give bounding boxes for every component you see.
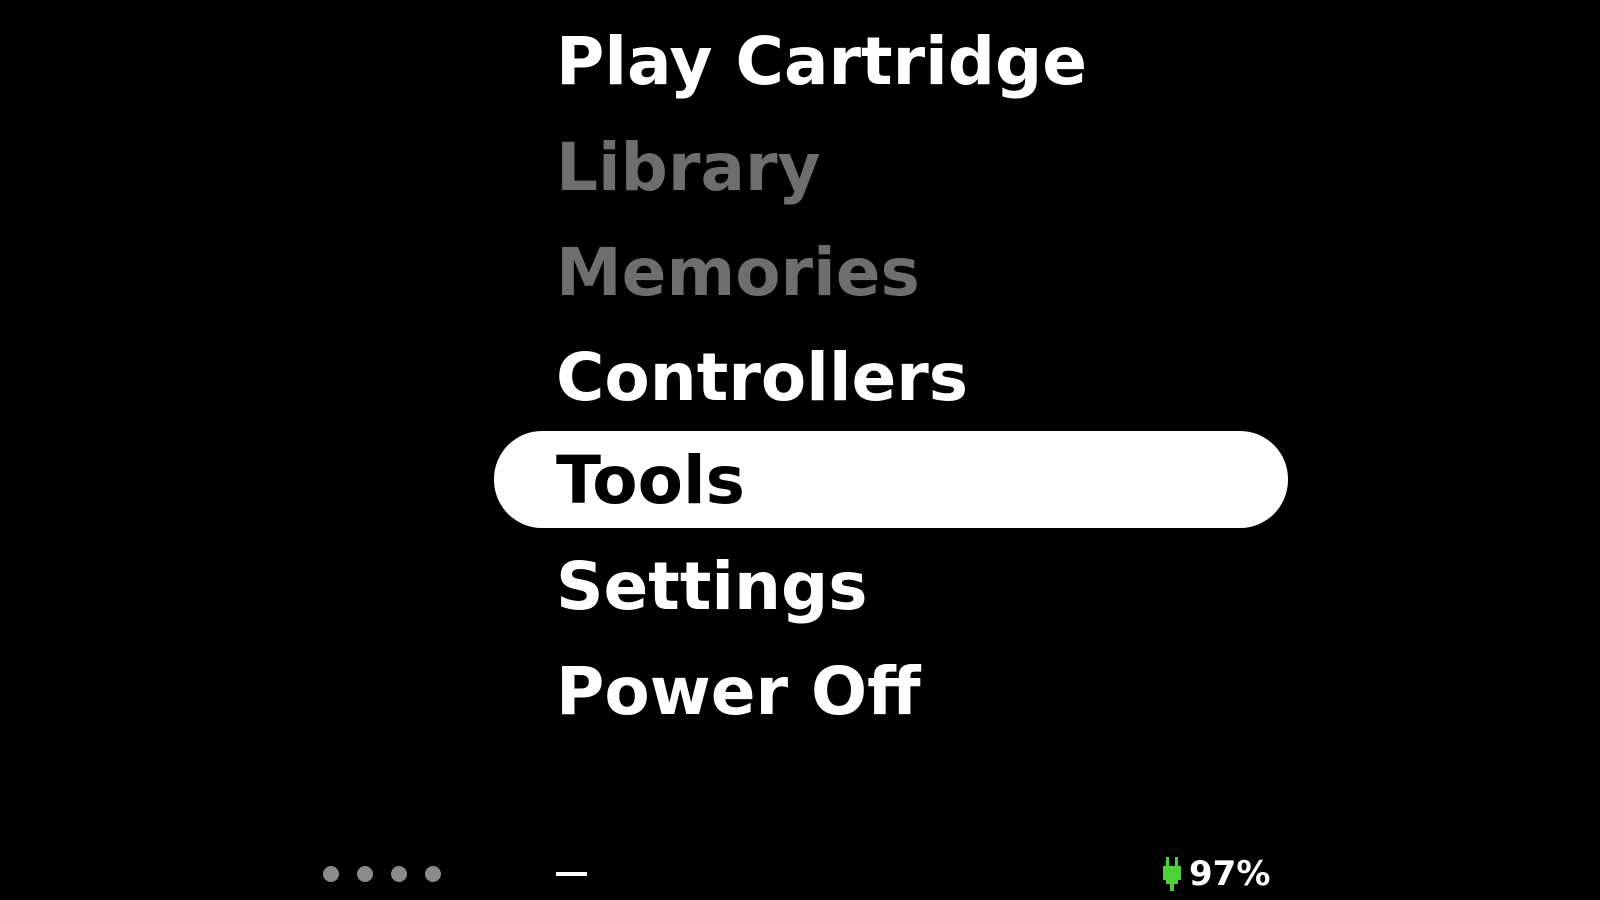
status-dash <box>556 872 587 876</box>
menu-item-controllers[interactable]: Controllers <box>556 330 968 426</box>
menu-item-library[interactable]: Library <box>556 120 821 216</box>
menu-item-memories[interactable]: Memories <box>556 225 920 321</box>
menu-item-power-off[interactable]: Power Off <box>556 644 921 740</box>
menu-item-play-cartridge[interactable]: Play Cartridge <box>556 14 1087 110</box>
menu-item-tools[interactable]: Tools <box>556 433 745 529</box>
page-dot <box>323 866 339 882</box>
main-menu: Play Cartridge Library Memories Controll… <box>0 0 1600 900</box>
menu-item-settings[interactable]: Settings <box>556 539 868 635</box>
battery-status: 97% <box>1163 856 1270 892</box>
plug-icon <box>1163 857 1181 891</box>
page-indicator <box>323 866 441 882</box>
page-dot <box>391 866 407 882</box>
page-dot <box>357 866 373 882</box>
page-dot <box>425 866 441 882</box>
battery-percent: 97% <box>1189 854 1271 894</box>
